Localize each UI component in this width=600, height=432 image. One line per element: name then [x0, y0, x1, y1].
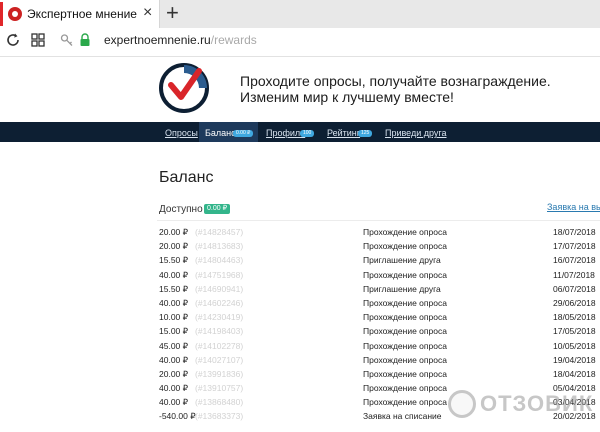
description-cell: Прохождение опроса [363, 269, 447, 280]
date-cell: 17/07/2018 [553, 241, 596, 252]
page-title: Баланс [159, 169, 214, 186]
date-cell: 29/06/2018 [553, 297, 596, 308]
url-domain: expertnoemnenie.ru [104, 33, 211, 47]
date-cell: 18/07/2018 [553, 227, 596, 237]
table-row: 45.00 ₽ (#14102278) Прохождение опроса 10/0… [157, 339, 600, 353]
browser-tab[interactable]: Экспертное мнение × [0, 0, 160, 28]
ref-cell: (#14828457) [195, 227, 244, 237]
description-cell: Заявка на списание [363, 411, 442, 422]
table-row: 15.50 ₽ (#14804463) Приглашение друга 16/07… [157, 253, 600, 267]
description-cell: Прохождение опроса [363, 383, 447, 394]
lock-icon[interactable] [79, 33, 91, 47]
amount-cell: 40.00 ₽ [159, 383, 189, 394]
description-cell: Прохождение опроса [363, 326, 447, 337]
amount-cell: 20.00 ₽ [159, 227, 189, 237]
ref-cell: (#14102278) [195, 340, 244, 351]
amount-cell: 45.00 ₽ [159, 340, 189, 351]
date-cell: 16/07/2018 [553, 255, 596, 266]
date-cell: 11/07/2018 [553, 269, 595, 280]
menu-item-rating[interactable]: Рейтинг [327, 128, 360, 138]
table-row: 20.00 ₽ (#14828457) Прохождение опроса 18/0… [157, 225, 600, 239]
watermark-text: ОТЗОВИК [480, 391, 594, 416]
ref-cell: (#14602246) [195, 297, 244, 308]
tab-accent-bar [0, 2, 3, 26]
description-cell: Прохождение опроса [363, 241, 447, 252]
amount-cell: 10.00 ₽ [159, 312, 189, 323]
slogan-line-2: Изменим мир к лучшему вместе! [240, 89, 454, 105]
description-cell: Приглашение друга [363, 255, 441, 266]
date-cell: 19/04/2018 [553, 354, 596, 365]
ref-cell: (#14230419) [195, 312, 244, 323]
amount-cell: 15.50 ₽ [159, 255, 189, 266]
available-label: Доступно : [159, 204, 209, 215]
table-row: 40.00 ₽ (#14751968) Прохождение опроса 11/0… [157, 268, 600, 282]
table-row: 15.50 ₽ (#14690941) Приглашение друга 06/07… [157, 282, 600, 296]
menu-item-balance[interactable]: Баланс [205, 128, 236, 138]
ref-cell: (#13910757) [195, 383, 244, 394]
favicon-icon [8, 7, 22, 21]
balance-badge: 0.00 ₽ [233, 130, 254, 137]
watermark-logo-icon [448, 390, 476, 418]
date-cell: 06/07/2018 [553, 283, 596, 294]
table-row: 40.00 ₽ (#14602246) Прохождение опроса 29/0… [157, 296, 600, 310]
description-cell: Прохождение опроса [363, 227, 447, 237]
amount-cell: 15.50 ₽ [159, 283, 189, 294]
date-cell: 18/04/2018 [553, 368, 596, 379]
amount-cell: 40.00 ₽ [159, 354, 189, 365]
ref-cell: (#14027107) [195, 354, 244, 365]
withdraw-request-link[interactable]: Заявка на вы [547, 202, 600, 212]
description-cell: Прохождение опроса [363, 312, 447, 323]
date-cell: 17/05/2018 [553, 326, 596, 337]
menu-item-surveys[interactable]: Опросы [165, 128, 198, 138]
slogan-line-1: Проходите опросы, получайте вознагражден… [240, 73, 551, 89]
date-cell: 18/05/2018 [553, 312, 596, 323]
new-tab-icon[interactable]: + [166, 1, 179, 25]
description-cell: Прохождение опроса [363, 368, 447, 379]
amount-cell: -540.00 ₽ [159, 411, 196, 422]
table-row: 20.00 ₽ (#14813683) Прохождение опроса 17/0… [157, 239, 600, 253]
site-slogan: Проходите опросы, получайте вознагражден… [240, 73, 551, 105]
divider [157, 220, 600, 221]
site-logo[interactable] [159, 63, 209, 113]
ref-cell: (#13868480) [195, 397, 244, 408]
ref-cell: (#13683373) [195, 411, 244, 422]
ref-cell: (#14690941) [195, 283, 244, 294]
amount-cell: 40.00 ₽ [159, 397, 189, 408]
speed-dial-icon[interactable] [31, 33, 45, 47]
close-tab-icon[interactable]: × [143, 4, 152, 22]
ref-cell: (#14813683) [195, 241, 244, 252]
table-row: 10.00 ₽ (#14230419) Прохождение опроса 18/0… [157, 310, 600, 324]
amount-cell: 20.00 ₽ [159, 368, 189, 379]
profiles-badge: 100 [300, 130, 315, 137]
description-cell: Прохождение опроса [363, 354, 447, 365]
amount-cell: 15.00 ₽ [159, 326, 189, 337]
ref-cell: (#13991836) [195, 368, 244, 379]
address-bar[interactable]: expertnoemnenie.ru/rewards [104, 33, 257, 47]
description-cell: Прохождение опроса [363, 397, 447, 408]
table-row: 20.00 ₽ (#13991836) Прохождение опроса 18/0… [157, 367, 600, 381]
table-row: 40.00 ₽ (#14027107) Прохождение опроса 19/0… [157, 353, 600, 367]
description-cell: Прохождение опроса [363, 297, 447, 308]
ref-cell: (#14751968) [195, 269, 244, 280]
amount-cell: 40.00 ₽ [159, 269, 189, 280]
ref-cell: (#14804463) [195, 255, 244, 266]
date-cell: 10/05/2018 [553, 340, 596, 351]
reload-icon[interactable] [5, 32, 21, 48]
url-path: /rewards [210, 33, 257, 47]
rating-badge: 125 [358, 130, 373, 137]
amount-cell: 40.00 ₽ [159, 297, 189, 308]
ref-cell: (#14198403) [195, 326, 244, 337]
watermark: ОТЗОВИК [448, 388, 598, 422]
key-icon[interactable] [60, 33, 74, 47]
table-row: 15.00 ₽ (#14198403) Прохождение опроса 17/0… [157, 324, 600, 338]
description-cell: Приглашение друга [363, 283, 441, 294]
tab-title: Экспертное мнение [27, 7, 137, 21]
description-cell: Прохождение опроса [363, 340, 447, 351]
amount-cell: 20.00 ₽ [159, 241, 189, 252]
available-amount-badge: 0.00 ₽ [204, 204, 231, 214]
menu-item-refer-friend[interactable]: Приведи друга [385, 128, 447, 138]
